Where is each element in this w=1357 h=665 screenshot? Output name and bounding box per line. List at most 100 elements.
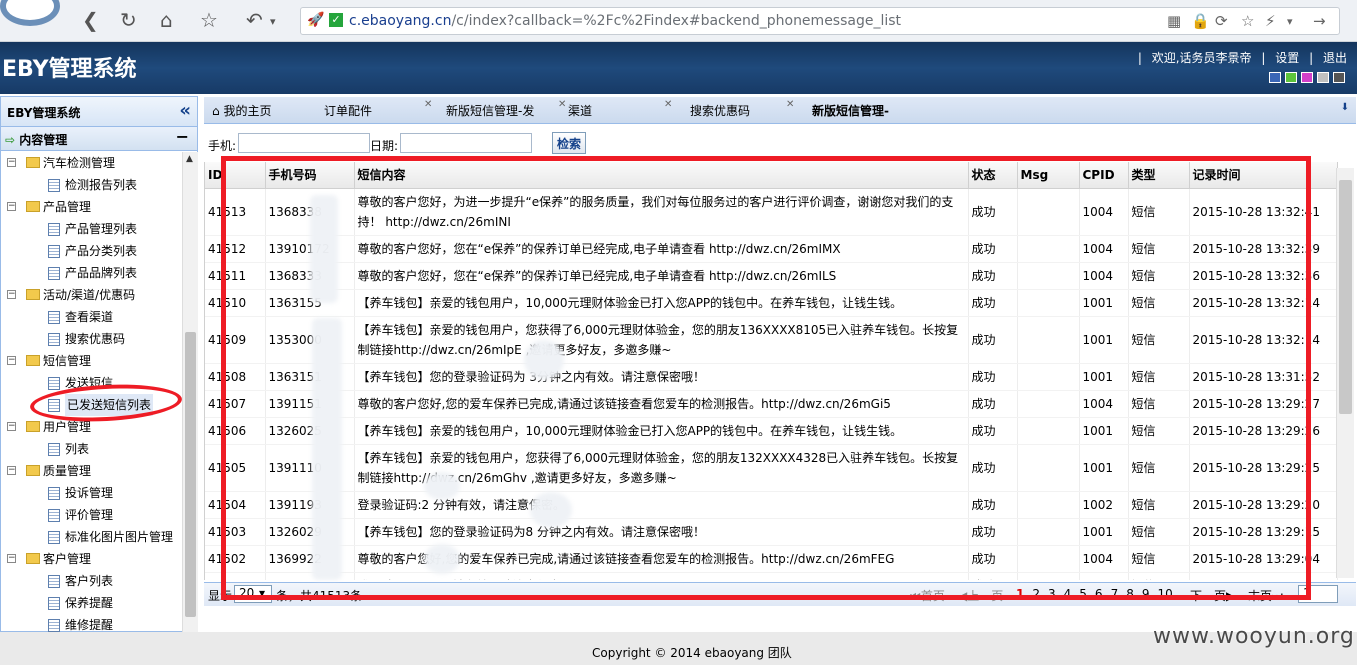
tree-item[interactable]: 检测报告列表 [1, 174, 181, 196]
page-number-link[interactable]: 2 [1032, 587, 1040, 601]
theme-swatch[interactable] [1317, 72, 1329, 83]
column-header[interactable]: CPID [1079, 162, 1129, 189]
back-icon[interactable]: ❮ [82, 8, 99, 32]
menu-dropdown-icon[interactable]: ▾ [1287, 15, 1293, 28]
logout-link[interactable]: 退出 [1323, 51, 1347, 65]
last-page-link[interactable]: 末页⏭ [1248, 587, 1283, 604]
theme-swatch[interactable] [1269, 72, 1281, 83]
tree-item[interactable]: 发送短信 [1, 372, 181, 394]
sync-icon[interactable]: ⟳ [1215, 12, 1228, 30]
tree-toggle-icon[interactable]: − [7, 202, 16, 211]
grid-scroll-thumb[interactable] [1339, 180, 1352, 414]
page-number-link[interactable]: 3 [1048, 587, 1056, 601]
theme-swatch[interactable] [1301, 72, 1313, 83]
home-icon[interactable]: ⌂ [160, 8, 173, 32]
tree-folder[interactable]: − 质量管理 [1, 460, 181, 482]
column-header[interactable]: 类型 [1128, 162, 1190, 189]
tree-folder[interactable]: − 短信管理 [1, 350, 181, 372]
tree-toggle-icon[interactable]: − [7, 158, 16, 167]
close-tab-icon[interactable]: ✕ [558, 99, 566, 110]
theme-swatch[interactable] [1333, 72, 1345, 83]
favorite-icon[interactable]: ☆ [1241, 12, 1254, 30]
table-row[interactable]: 415011861004登录验证码:5 3分钟有效，请注意保密。成功1002短信… [205, 572, 1338, 580]
tree-item[interactable]: 客户列表 [1, 570, 181, 592]
tab-new-sms-send[interactable]: 新版短信管理-发 ✕ [446, 99, 566, 124]
tab-new-sms-manage[interactable]: 新版短信管理- [812, 102, 889, 124]
url-text[interactable]: c.ebaoyang.cn/c/index?callback=%2Fc%2Fin… [349, 13, 901, 29]
tree-folder[interactable]: − 客户管理 [1, 548, 181, 570]
close-tab-icon[interactable]: ✕ [424, 99, 432, 110]
table-row[interactable]: 41511 1368333 尊敬的客户您好，您在“e保养”的保养订单已经完成,电子单… [205, 262, 1338, 290]
tree-item[interactable]: 查看渠道 [1, 306, 181, 328]
sidebar-scrollbar[interactable]: ▲ [182, 152, 198, 632]
tree-item[interactable]: 维修提醒 [1, 614, 181, 632]
table-row[interactable]: 41513 1368338 尊敬的客户您好，为进一步提升“e保养”的服务质量，我们对… [205, 188, 1338, 236]
close-tab-icon[interactable]: ✕ [786, 99, 794, 110]
accordion-collapse-icon[interactable]: − [176, 127, 189, 146]
tree-folder[interactable]: − 用户管理 [1, 416, 181, 438]
column-header[interactable]: 记录时间 [1189, 162, 1338, 189]
address-bar[interactable]: 🚀 ✓ c.ebaoyang.cn/c/index?callback=%2Fc%… [300, 7, 1340, 35]
tree-item[interactable]: 列表 [1, 438, 181, 460]
tree-toggle-icon[interactable]: − [7, 290, 16, 299]
sidebar-scroll-thumb[interactable] [185, 332, 196, 617]
tab-list-dropdown-icon[interactable]: ⬇ [1338, 102, 1352, 116]
date-input[interactable] [400, 133, 532, 153]
search-button[interactable]: 检索 [552, 132, 586, 154]
tab-order-parts[interactable]: 订单配件 ✕ [324, 99, 432, 124]
tree-item[interactable]: 标准化图片图片管理 [1, 526, 181, 548]
page-number-link[interactable]: 10 [1157, 587, 1172, 601]
page-number-link[interactable]: 9 [1142, 587, 1150, 601]
tab-channel[interactable]: 渠道 ✕ [568, 99, 672, 124]
page-number-link[interactable]: 5 [1079, 587, 1087, 601]
prev-page-link[interactable]: ◀上一页 [958, 587, 1003, 604]
tree-item[interactable]: 投诉管理 [1, 482, 181, 504]
page-size-select[interactable]: 20 ▾ [234, 585, 272, 603]
tree-folder[interactable]: − 产品管理 [1, 196, 181, 218]
collapse-sidebar-icon[interactable]: « [179, 100, 191, 121]
table-row[interactable]: 41512 13910172 尊敬的客户您好，您在“e保养”的保养订单已经完成,电子… [205, 235, 1338, 263]
tree-item[interactable]: 产品品牌列表 [1, 262, 181, 284]
column-header[interactable]: ID [205, 162, 266, 189]
tree-toggle-icon[interactable]: − [7, 422, 16, 431]
tree-toggle-icon[interactable]: − [7, 356, 16, 365]
tree-item[interactable]: 保养提醒 [1, 592, 181, 614]
tree-item[interactable]: 已发送短信列表 [1, 394, 181, 416]
first-page-link[interactable]: ⏮首页 [910, 587, 945, 604]
column-header[interactable]: Msg [1017, 162, 1080, 189]
page-number-link[interactable]: 1 [1016, 587, 1024, 601]
grid-scrollbar[interactable] [1336, 168, 1354, 578]
reload-icon[interactable]: ↻ [120, 8, 137, 32]
table-row[interactable]: 41504 1391193 登录验证码:2 分钟有效，请注意保密。 成功 1002 短信 2… [205, 491, 1338, 519]
table-row[interactable]: 41510 1363155 【养车钱包】亲爱的钱包用户，10,000元理财体验金已打… [205, 289, 1338, 317]
tree-item[interactable]: 搜索优惠码 [1, 328, 181, 350]
page-jump-input[interactable]: 1 [1298, 585, 1338, 603]
lightning-icon[interactable]: ⚡ [1265, 12, 1276, 30]
column-header[interactable]: 状态 [968, 162, 1018, 189]
table-row[interactable]: 41508 1363151 【养车钱包】您的登录验证码为 3分钟之内有效。请注意保密… [205, 363, 1338, 391]
column-header[interactable]: 手机号码 [265, 162, 355, 189]
column-header[interactable]: 短信内容 [354, 162, 969, 189]
lock-icon[interactable]: 🔒 [1191, 12, 1210, 30]
scroll-up-icon[interactable]: ▲ [186, 154, 193, 164]
table-row[interactable]: 41506 1326025 【养车钱包】亲爱的钱包用户，10,000元理财体验金已打… [205, 417, 1338, 445]
theme-swatch[interactable] [1285, 72, 1297, 83]
settings-link[interactable]: 设置 [1275, 51, 1299, 65]
page-number-link[interactable]: 8 [1126, 587, 1134, 601]
tab-home[interactable]: ⌂ 我的主页 [212, 102, 271, 124]
accordion-header-content[interactable]: ⇨ 内容管理 − [1, 127, 197, 151]
tree-folder[interactable]: − 汽车检测管理 [1, 152, 181, 174]
go-arrow-icon[interactable]: → [1313, 12, 1326, 30]
qr-icon[interactable]: ▦ [1167, 12, 1181, 30]
phone-input[interactable] [238, 133, 370, 153]
tree-toggle-icon[interactable]: − [7, 466, 16, 475]
page-number-link[interactable]: 4 [1064, 587, 1072, 601]
close-tab-icon[interactable]: ✕ [664, 99, 672, 110]
star-icon[interactable]: ☆ [200, 8, 218, 32]
next-page-link[interactable]: 下一页▶ [1190, 587, 1235, 604]
undo-icon[interactable]: ↶ [246, 8, 263, 32]
tree-item[interactable]: 产品管理列表 [1, 218, 181, 240]
table-row[interactable]: 41509 1353000 【养车钱包】亲爱的钱包用户，您获得了6,000元理财体验… [205, 316, 1338, 364]
undo-dropdown-icon[interactable]: ▾ [270, 15, 276, 28]
tree-item[interactable]: 评价管理 [1, 504, 181, 526]
